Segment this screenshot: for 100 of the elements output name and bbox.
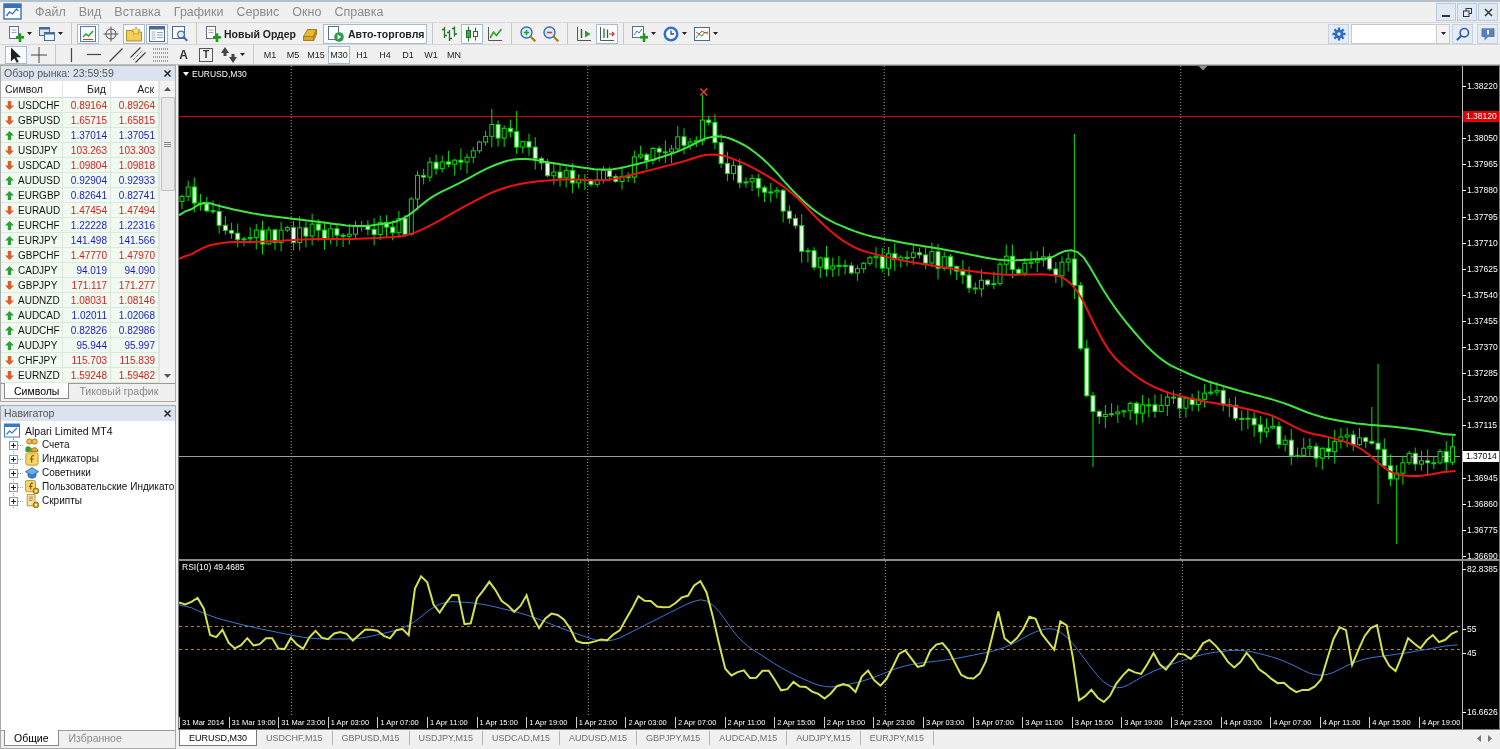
scroll-left-icon[interactable]: [1477, 735, 1481, 742]
symbol-row[interactable]: GBPJPY 171.117 171.277: [1, 278, 159, 293]
chart-tab[interactable]: EURUSD,M30: [179, 730, 257, 746]
chart-tab[interactable]: GBPJPY,M15: [636, 731, 711, 745]
text-label-button[interactable]: T: [199, 47, 213, 62]
price-axis-label: 1.38220: [1463, 81, 1498, 91]
tree-item[interactable]: Пользовательские Индикато: [42, 481, 175, 493]
scrollbar[interactable]: [159, 81, 175, 383]
tester-button[interactable]: [169, 23, 191, 44]
arrows-button[interactable]: [218, 45, 248, 64]
auto-scroll-button[interactable]: [596, 23, 619, 44]
tree-item[interactable]: Советники: [42, 467, 91, 479]
chart-tab[interactable]: USDCAD,M15: [482, 731, 560, 745]
vertical-line-icon: [70, 47, 73, 62]
messages-button[interactable]: [1477, 23, 1498, 44]
chart-tab[interactable]: AUDCAD,M15: [710, 731, 788, 745]
period-button[interactable]: H4: [374, 45, 396, 64]
expand-icon[interactable]: [9, 468, 23, 478]
column-header[interactable]: Бид: [63, 81, 111, 97]
candlestick-icon: [464, 25, 481, 42]
market-watch-button[interactable]: [77, 23, 99, 44]
text-button[interactable]: A: [173, 45, 194, 64]
period-button[interactable]: MN: [443, 45, 465, 64]
period-button[interactable]: W1: [420, 45, 442, 64]
settings-button[interactable]: [1328, 23, 1349, 44]
candlestick-button[interactable]: [461, 23, 484, 44]
search-button[interactable]: [1452, 23, 1473, 44]
close-icon[interactable]: [164, 410, 171, 417]
new-order-button[interactable]: Новый Ордер: [202, 23, 300, 44]
symbol-label: EURJPY: [18, 233, 58, 247]
bid-cell: 0.82641: [63, 188, 111, 202]
chart-tab[interactable]: GBPUSD,M15: [332, 731, 410, 745]
period-button[interactable]: H1: [351, 45, 373, 64]
auto-trading-button[interactable]: Авто-торговля: [323, 23, 428, 44]
symbol-label: AUDNZD: [18, 293, 60, 307]
column-header[interactable]: Символ: [1, 81, 63, 97]
scroll-right-icon[interactable]: [1488, 735, 1492, 742]
chart-tab[interactable]: EURJPY,M15: [860, 731, 935, 745]
search-field[interactable]: [1351, 23, 1437, 44]
scrollbar-thumb[interactable]: [160, 97, 175, 191]
period-button[interactable]: M15: [305, 45, 327, 64]
tree-item[interactable]: Индикаторы: [42, 453, 99, 465]
price-axis-label: 1.37115: [1463, 420, 1498, 431]
crosshair-icon: [31, 46, 47, 63]
chart-tab[interactable]: AUDUSD,M15: [559, 731, 637, 745]
symbol-row[interactable]: AUDUSD 0.92904 0.92933: [1, 173, 159, 188]
scroll-down-icon[interactable]: [164, 374, 171, 378]
panel-tab[interactable]: Общие: [4, 730, 59, 746]
symbol-label: CADJPY: [18, 263, 58, 277]
panel-title: Навигатор: [4, 407, 55, 420]
scroll-up-icon[interactable]: [164, 87, 171, 91]
symbol-row[interactable]: AUDNZD 1.08031 1.08146: [1, 293, 159, 308]
symbol-row[interactable]: EURAUD 1.47454 1.47494: [1, 203, 159, 218]
symbol-row[interactable]: EURUSD 1.37014 1.37051: [1, 128, 159, 143]
symbol-row[interactable]: AUDCAD 1.02011 1.02068: [1, 308, 159, 323]
speech-bubble-icon: [1480, 26, 1495, 41]
symbol-row[interactable]: AUDCHF 0.82826 0.82986: [1, 323, 159, 338]
restore-button[interactable]: [1457, 3, 1477, 21]
tree-item[interactable]: Скрипты: [42, 495, 82, 507]
bid-cell: 115.703: [63, 353, 111, 367]
close-button[interactable]: [1478, 3, 1498, 21]
close-icon[interactable]: [164, 70, 171, 77]
symbol-row[interactable]: AUDJPY 95.944 95.997: [1, 338, 159, 353]
symbol-row[interactable]: EURJPY 141.498 141.566: [1, 233, 159, 248]
period-button[interactable]: M5: [282, 45, 304, 64]
expand-icon[interactable]: [9, 496, 23, 506]
symbol-row[interactable]: CADJPY 94.019 94.090: [1, 263, 159, 278]
minimize-button[interactable]: [1436, 3, 1456, 21]
expand-icon[interactable]: [9, 482, 23, 492]
tree-item[interactable]: Счета: [42, 439, 70, 451]
terminal-button[interactable]: [146, 23, 168, 44]
panel-tab[interactable]: Символы: [4, 383, 70, 399]
symbol-row[interactable]: USDCHF 0.89164 0.89264: [1, 98, 159, 113]
dropdown-button[interactable]: [1437, 23, 1450, 44]
period-button[interactable]: D1: [397, 45, 419, 64]
dropdown-triangle-icon[interactable]: [183, 72, 189, 76]
price-axis-label: 1.37285: [1463, 368, 1498, 379]
expand-icon[interactable]: [9, 440, 23, 450]
tree-item[interactable]: Alpari Limited MT4: [25, 425, 113, 437]
symbol-row[interactable]: USDJPY 103.263 103.303: [1, 143, 159, 158]
function-tile-icon: [25, 452, 39, 466]
period-button[interactable]: M30: [328, 45, 350, 64]
symbol-row[interactable]: EURGBP 0.82641 0.82741: [1, 188, 159, 203]
symbol-row[interactable]: EURNZD 1.59248 1.59482: [1, 368, 159, 383]
chart-tab[interactable]: AUDJPY,M15: [787, 731, 861, 745]
expand-icon[interactable]: [9, 454, 23, 464]
chart-tab[interactable]: USDJPY,M15: [409, 731, 483, 745]
period-button[interactable]: M1: [259, 45, 281, 64]
window-panel-icon: [149, 25, 165, 42]
symbol-row[interactable]: USDCAD 1.09804 1.09818: [1, 158, 159, 173]
axes-triangle-icon: [576, 25, 593, 42]
price-axis-label: 1.37710: [1463, 237, 1498, 248]
rsi-axis-label: 82.8385: [1463, 564, 1498, 574]
symbol-row[interactable]: GBPUSD 1.65715 1.65815: [1, 113, 159, 128]
cursor-button[interactable]: [5, 45, 27, 64]
chart-tab[interactable]: USDCHF,M15: [257, 731, 333, 745]
symbol-row[interactable]: CHFJPY 115.703 115.839: [1, 353, 159, 368]
symbol-row[interactable]: GBPCHF 1.47770 1.47970: [1, 248, 159, 263]
price-axis-label: 1.37455: [1463, 315, 1498, 326]
symbol-row[interactable]: EURCHF 1.22228 1.22316: [1, 218, 159, 233]
